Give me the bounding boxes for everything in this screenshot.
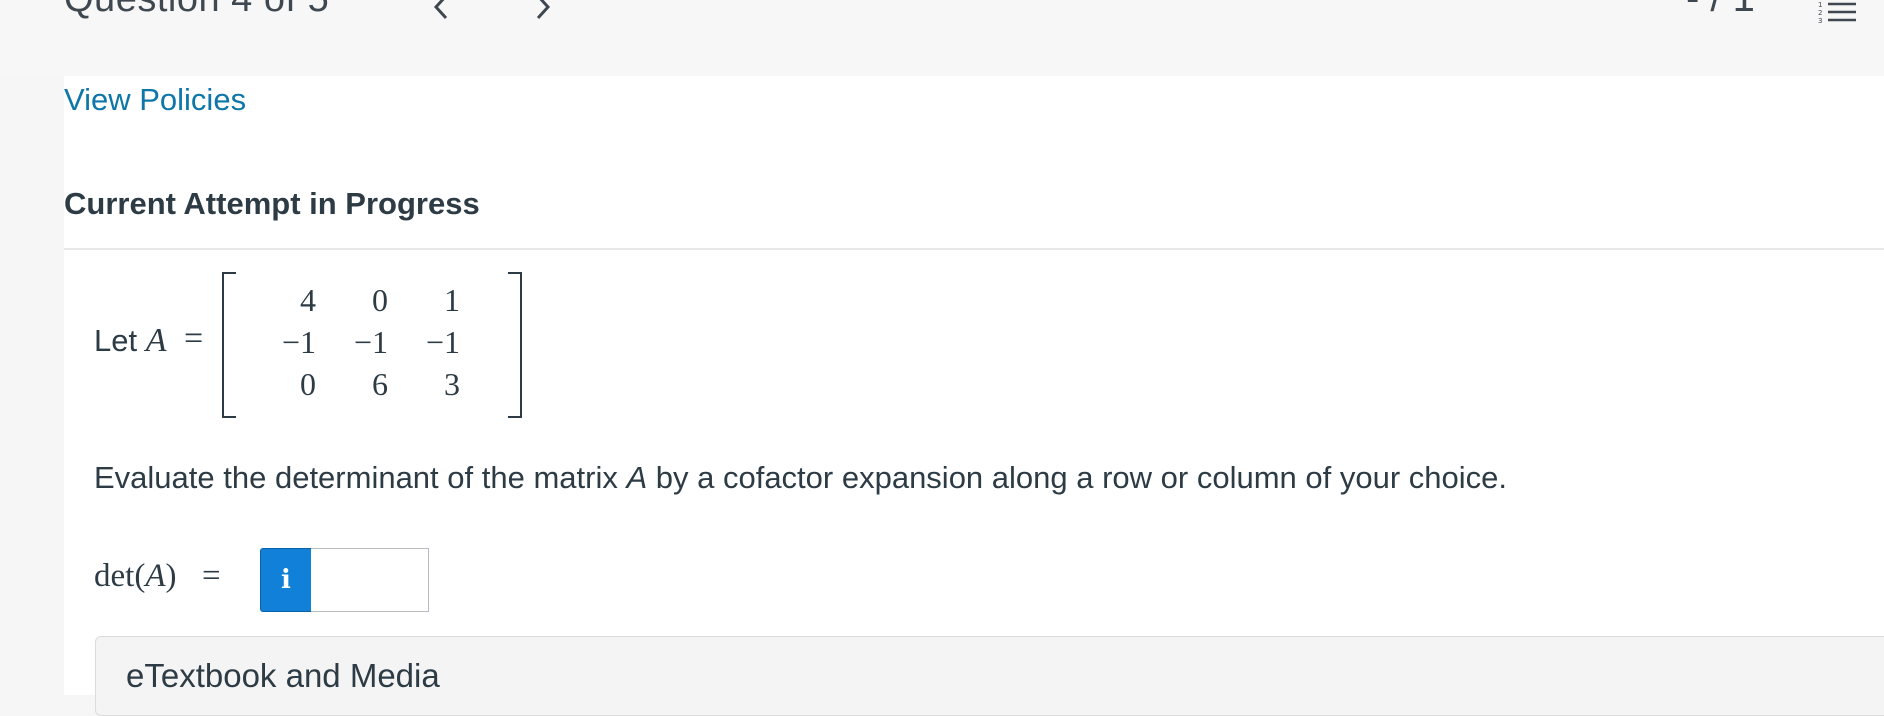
chevron-left-icon (433, 0, 448, 20)
question-header: Question 4 of 5 - / 1 1 2 3 (0, 0, 1884, 76)
next-question-button[interactable] (526, 0, 560, 26)
svg-text:1: 1 (1818, 1, 1822, 9)
question-prompt: Evaluate the determinant of the matrix A… (94, 460, 1507, 496)
matrix-cell-r3c2: 6 (372, 366, 388, 402)
matrix-cell-r3c3: 3 (444, 366, 460, 402)
matrix-cell-r3c1: 0 (300, 366, 316, 402)
info-button[interactable]: i (260, 548, 312, 612)
det-prefix: det( (94, 558, 146, 594)
let-prefix: Let (94, 323, 138, 358)
left-bracket (222, 272, 236, 418)
det-label: det(A) (94, 558, 176, 595)
equals-sign: = (184, 320, 204, 357)
divider (64, 248, 1884, 250)
matrix-a: 4 0 1 −1 −1 −1 0 6 3 (222, 272, 522, 418)
numbered-list-icon: 1 2 3 (1818, 1, 1856, 25)
etextbook-media-panel[interactable]: eTextbook and Media (95, 636, 1884, 716)
question-title: Question 4 of 5 (64, 0, 329, 21)
det-variable: A (145, 558, 166, 594)
previous-question-button[interactable] (424, 0, 458, 26)
view-policies-link[interactable]: View Policies (64, 82, 246, 118)
chevron-right-icon (536, 0, 551, 20)
matrix-definition-label: Let A (94, 322, 167, 360)
det-suffix: ) (165, 558, 177, 594)
prompt-text-after: by a cofactor expansion along a row or c… (647, 460, 1507, 495)
attempt-heading: Current Attempt in Progress (64, 186, 480, 221)
info-icon: i (281, 565, 291, 595)
matrix-cell-r1c3: 1 (444, 282, 460, 318)
right-bracket (508, 272, 522, 418)
question-panel: View Policies Current Attempt in Progres… (64, 76, 1884, 716)
question-list-button[interactable]: 1 2 3 (1818, 0, 1860, 28)
det-equals-sign: = (202, 558, 221, 594)
matrix-cell-r2c2: −1 (353, 324, 388, 360)
svg-text:3: 3 (1818, 17, 1822, 25)
svg-text:2: 2 (1818, 9, 1822, 17)
matrix-cell-r2c3: −1 (425, 324, 460, 360)
prompt-text-before: Evaluate the determinant of the matrix (94, 460, 627, 495)
matrix-variable: A (145, 322, 167, 359)
matrix-cell-r2c1: −1 (281, 324, 316, 360)
prompt-variable: A (626, 460, 648, 495)
score-display: - / 1 (1686, 0, 1755, 21)
matrix-cell-r1c1: 4 (300, 282, 316, 318)
matrix-cell-r1c2: 0 (372, 282, 388, 318)
answer-input[interactable] (311, 548, 429, 612)
etextbook-media-label: eTextbook and Media (126, 657, 440, 694)
